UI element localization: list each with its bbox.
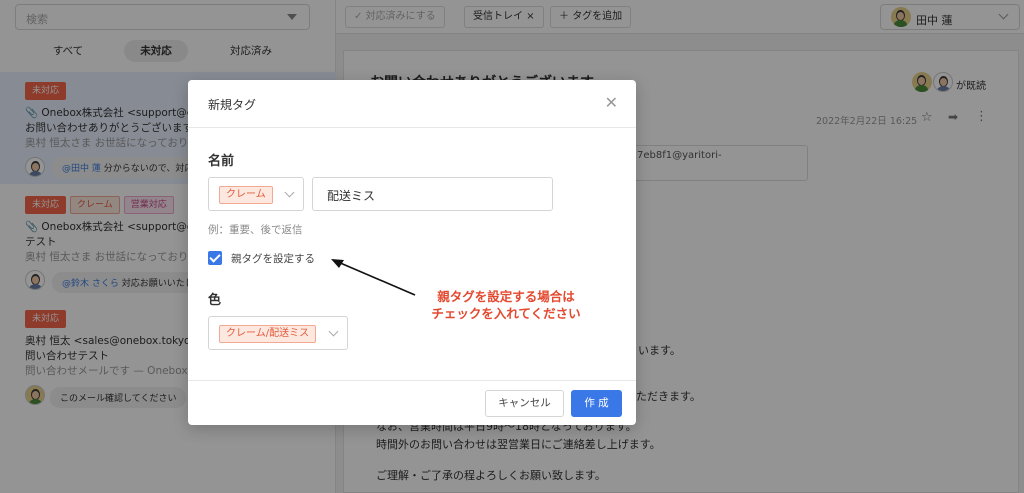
annotation-arrow xyxy=(331,259,416,296)
annotation-line: 親タグを設定する場合は xyxy=(437,289,575,304)
annotation-text: 親タグを設定する場合は チェックを入れてください xyxy=(416,288,596,322)
annotation-line: チェックを入れてください xyxy=(431,306,581,321)
